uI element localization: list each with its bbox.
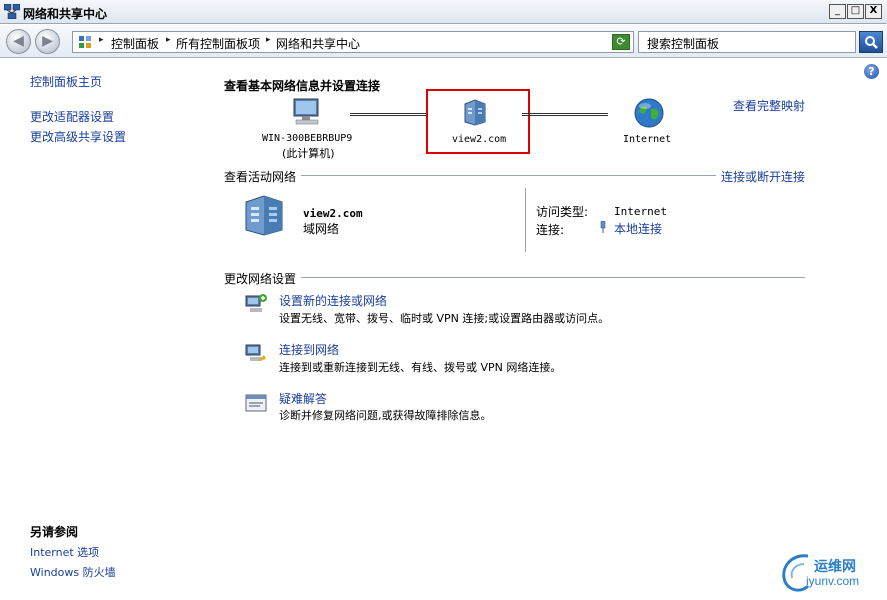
watermark-en: iyunv.com bbox=[806, 574, 860, 588]
connect-network-desc: 连接到或重新连接到无线、有线、拨号或 VPN 网络连接。 bbox=[279, 361, 562, 374]
connect-network-icon bbox=[245, 344, 266, 361]
watermark-cn: 运维网 bbox=[814, 559, 856, 575]
windows-firewall-link[interactable]: Windows 防火墙 bbox=[30, 564, 116, 580]
page-title: 查看基本网络信息并设置连接 bbox=[224, 79, 381, 93]
search-icon bbox=[865, 36, 878, 49]
troubleshoot-icon bbox=[245, 394, 267, 412]
refresh-icon: ⟳ bbox=[616, 35, 626, 48]
maximize-button[interactable]: □ bbox=[847, 4, 864, 19]
minimize-button[interactable]: _ bbox=[829, 4, 846, 19]
help-icon[interactable]: ? bbox=[864, 64, 879, 79]
breadcrumb-separator[interactable]: ▸ bbox=[99, 35, 104, 45]
ethernet-icon bbox=[600, 221, 606, 233]
troubleshoot-desc: 诊断并修复网络问题,或获得故障排除信息。 bbox=[279, 409, 492, 422]
active-network-name: view2.com bbox=[303, 207, 363, 220]
change-adapter-settings-link[interactable]: 更改适配器设置 bbox=[30, 108, 114, 125]
setup-connection-desc: 设置无线、宽带、拨号、临时或 VPN 连接;或设置路由器或访问点。 bbox=[279, 312, 610, 325]
internet-globe-icon bbox=[634, 98, 664, 128]
breadcrumb-network-center[interactable]: 网络和共享中心 bbox=[276, 35, 360, 52]
access-type-value: Internet bbox=[614, 205, 667, 218]
active-networks-title: 查看活动网络 bbox=[224, 168, 302, 185]
setup-connection-icon bbox=[245, 294, 267, 312]
active-network-type: 域网络 bbox=[303, 222, 340, 236]
control-panel-home-link[interactable]: 控制面板主页 bbox=[30, 73, 102, 90]
domain-network-icon bbox=[464, 99, 486, 126]
watermark-swirl-icon bbox=[782, 554, 810, 592]
vertical-divider bbox=[525, 188, 526, 252]
troubleshoot-link[interactable]: 疑难解答 bbox=[279, 390, 327, 407]
search-input[interactable]: 搜索控制面板 bbox=[638, 31, 856, 53]
section-divider bbox=[224, 277, 805, 278]
forward-arrow-icon: ▶ bbox=[42, 33, 53, 49]
connect-disconnect-link[interactable]: 连接或断开连接 bbox=[716, 168, 806, 185]
back-button[interactable]: ◀ bbox=[6, 29, 31, 54]
watermark: 运维网 iyunv.com bbox=[774, 548, 886, 598]
view-full-map-link[interactable]: 查看完整映射 bbox=[733, 97, 805, 114]
internet-label: Internet bbox=[623, 134, 672, 145]
window-title: 网络和共享中心 bbox=[23, 7, 108, 21]
domain-network-icon bbox=[245, 195, 283, 236]
breadcrumb-separator[interactable]: ▸ bbox=[166, 35, 171, 45]
connect-network-link[interactable]: 连接到网络 bbox=[279, 341, 339, 358]
computer-name: WIN-300BEBRBUP9 bbox=[262, 133, 353, 144]
address-bar: ◀ ▶ ▸ 控制面板 ▸ 所有控制面板项 ▸ 网络和共享中心 ▼ ⟳ 搜索控制面… bbox=[0, 25, 887, 58]
breadcrumb-all-items[interactable]: 所有控制面板项 bbox=[176, 35, 260, 52]
back-arrow-icon: ◀ bbox=[13, 33, 24, 49]
map-connection-line bbox=[522, 113, 608, 116]
control-panel-icon bbox=[79, 36, 91, 48]
setup-connection-link[interactable]: 设置新的连接或网络 bbox=[279, 292, 387, 309]
network-center-icon bbox=[4, 4, 20, 19]
search-button[interactable] bbox=[859, 31, 883, 53]
change-sharing-settings-link[interactable]: 更改高级共享设置 bbox=[30, 128, 126, 145]
internet-options-link[interactable]: Internet 选项 bbox=[30, 544, 99, 560]
breadcrumb-separator[interactable]: ▸ bbox=[266, 35, 271, 45]
see-also-title: 另请参阅 bbox=[30, 525, 79, 539]
close-button[interactable]: X bbox=[865, 4, 882, 19]
map-connection-line bbox=[350, 113, 428, 116]
access-type-label: 访问类型: bbox=[536, 205, 589, 219]
forward-button[interactable]: ▶ bbox=[35, 29, 60, 54]
refresh-button[interactable]: ⟳ bbox=[612, 34, 630, 50]
local-connection-link[interactable]: 本地连接 bbox=[614, 220, 662, 237]
computer-icon bbox=[293, 98, 319, 125]
title-bar: 网络和共享中心 _ □ X bbox=[0, 0, 887, 24]
domain-network-name: view2.com bbox=[452, 134, 507, 145]
connections-label: 连接: bbox=[536, 223, 565, 237]
breadcrumb[interactable]: ▸ 控制面板 ▸ 所有控制面板项 ▸ 网络和共享中心 ▼ bbox=[72, 31, 670, 53]
breadcrumb-control-panel[interactable]: 控制面板 bbox=[111, 35, 159, 52]
computer-note: (此计算机) bbox=[282, 147, 335, 160]
change-settings-title: 更改网络设置 bbox=[224, 270, 302, 287]
